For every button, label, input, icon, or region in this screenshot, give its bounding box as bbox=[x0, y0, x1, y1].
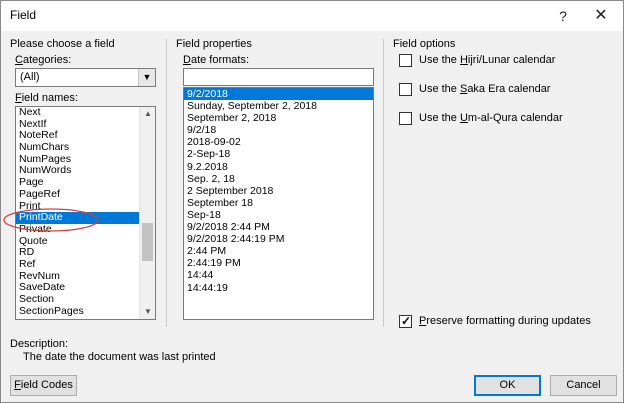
date-format-item[interactable]: 9.2.2018 bbox=[184, 161, 373, 173]
cancel-button[interactable]: Cancel bbox=[550, 375, 617, 396]
um-al-qura-calendar-checkbox[interactable] bbox=[399, 112, 412, 125]
date-format-item[interactable]: 2 September 2018 bbox=[184, 185, 373, 197]
preserve-formatting-label: Preserve formatting during updates bbox=[419, 315, 591, 327]
field-list-scrollbar[interactable]: ▲ ▼ bbox=[139, 107, 155, 319]
divider bbox=[383, 39, 384, 327]
date-format-item[interactable]: 9/2/2018 2:44:19 PM bbox=[184, 233, 373, 245]
date-format-item[interactable]: 2018-09-02 bbox=[184, 136, 373, 148]
up-arrow-icon[interactable]: ▲ bbox=[140, 107, 155, 121]
date-format-item[interactable]: 14:44 bbox=[184, 269, 373, 281]
title-bar: Field ? ✕ bbox=[1, 1, 623, 31]
close-icon[interactable]: ✕ bbox=[587, 4, 615, 28]
left-panel-heading: Please choose a field bbox=[10, 38, 115, 50]
field-codes-button[interactable]: Field Codes bbox=[10, 375, 77, 396]
date-format-item[interactable]: 14:44:19 bbox=[184, 282, 373, 294]
date-format-item[interactable]: 9/2/18 bbox=[184, 124, 373, 136]
field-name-item[interactable]: Next bbox=[16, 107, 140, 119]
date-format-item[interactable]: Sep. 2, 18 bbox=[184, 173, 373, 185]
date-format-item[interactable]: Sunday, September 2, 2018 bbox=[184, 100, 373, 112]
preserve-formatting-checkbox[interactable] bbox=[399, 314, 412, 328]
field-names-items: Next NextIf NoteRef NumChars NumPages NumWord… bbox=[16, 107, 140, 317]
field-name-item[interactable]: PageRef bbox=[16, 188, 140, 201]
down-arrow-icon[interactable]: ▼ bbox=[140, 305, 155, 319]
date-format-item[interactable]: 9/2/2018 bbox=[184, 88, 373, 101]
saka-calendar-label: Use the Saka Era calendar bbox=[419, 83, 551, 95]
categories-label: Categories: bbox=[15, 54, 72, 66]
date-format-item[interactable]: 2:44:19 PM bbox=[184, 257, 373, 269]
chevron-down-icon[interactable]: ▼ bbox=[138, 69, 155, 86]
date-format-item[interactable]: 2-Sep-18 bbox=[184, 148, 373, 160]
hijri-calendar-checkbox[interactable] bbox=[399, 54, 412, 67]
saka-calendar-checkbox[interactable] bbox=[399, 83, 412, 96]
date-format-item[interactable]: Sep-18 bbox=[184, 209, 373, 221]
field-name-item[interactable]: Quote bbox=[16, 235, 140, 248]
date-format-item[interactable]: 2:44 PM bbox=[184, 245, 373, 257]
dialog-title: Field bbox=[10, 8, 37, 22]
field-name-item[interactable]: NumChars bbox=[16, 141, 140, 154]
hijri-calendar-label: Use the Hijri/Lunar calendar bbox=[419, 54, 556, 66]
field-dialog: Field ? ✕ Please choose a field Categori… bbox=[0, 0, 624, 403]
um-al-qura-calendar-label: Use the Um-al-Qura calendar bbox=[419, 112, 563, 124]
scrollbar-thumb[interactable] bbox=[142, 223, 153, 261]
date-formats-label: Date formats: bbox=[183, 54, 250, 66]
categories-combobox[interactable]: (All) ▼ bbox=[15, 68, 156, 87]
date-format-input[interactable] bbox=[183, 68, 374, 86]
help-icon[interactable]: ? bbox=[549, 4, 577, 28]
date-format-item[interactable]: September 2, 2018 bbox=[184, 112, 373, 124]
description-text: The date the document was last printed bbox=[23, 351, 216, 363]
middle-panel-heading: Field properties bbox=[176, 38, 252, 50]
ok-button[interactable]: OK bbox=[474, 375, 541, 396]
field-name-item[interactable]: SectionPages bbox=[16, 305, 140, 318]
field-names-list[interactable]: Next NextIf NoteRef NumChars NumPages NumWord… bbox=[15, 106, 156, 320]
field-names-label: Field names: bbox=[15, 92, 78, 104]
description-label: Description: bbox=[10, 338, 69, 350]
field-name-item[interactable]: Ref bbox=[16, 258, 140, 271]
divider bbox=[166, 39, 167, 327]
field-name-item[interactable]: Section bbox=[16, 293, 140, 306]
date-formats-list[interactable]: 9/2/2018 Sunday, September 2, 2018 Septemb… bbox=[183, 87, 374, 320]
date-format-item[interactable]: 9/2/2018 2:44 PM bbox=[184, 221, 373, 233]
date-format-item[interactable]: September 18 bbox=[184, 197, 373, 209]
categories-value: (All) bbox=[20, 71, 40, 83]
right-panel-heading: Field options bbox=[393, 38, 456, 50]
date-formats-items: 9/2/2018 Sunday, September 2, 2018 Septemb… bbox=[184, 88, 373, 294]
field-name-item[interactable]: Private bbox=[16, 223, 140, 236]
